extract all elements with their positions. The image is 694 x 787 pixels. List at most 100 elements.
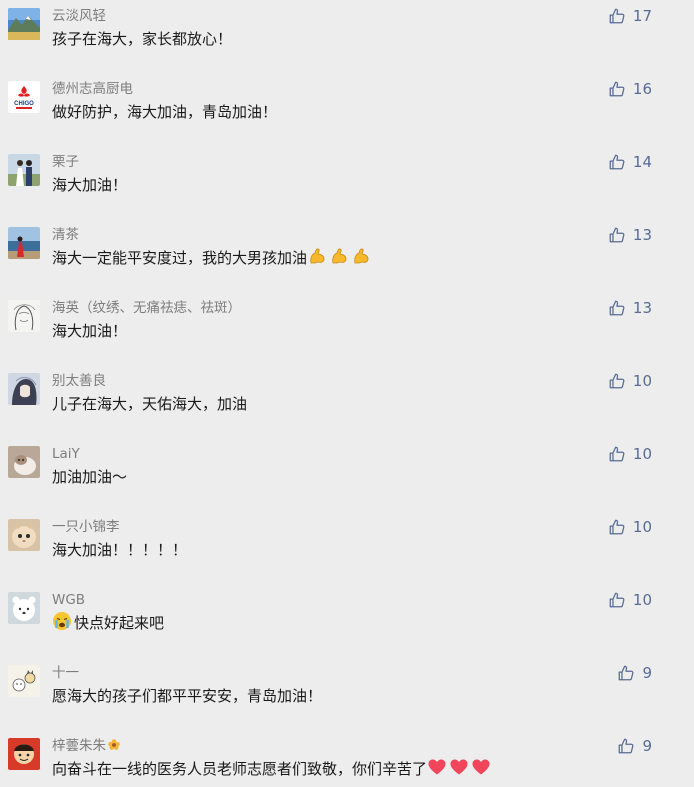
avatar[interactable] [8,519,40,551]
like-count: 10 [632,518,652,536]
comment-item: 别太善良 儿子在海大，天佑海大，加油 10 [0,365,694,438]
flexed-biceps-icon [351,246,371,266]
comment-nickname[interactable]: 云淡风轻 [52,6,106,26]
comment-nickname[interactable]: 十一 [52,663,79,683]
avatar[interactable] [8,446,40,478]
thumbs-up-icon [609,154,625,170]
red-heart-icon [427,757,447,777]
comment-text: 海大加油！ [52,322,128,340]
comment-nickname[interactable]: LaiY [52,444,80,464]
comment-text: 做好防护，海大加油，青岛加油！ [52,103,278,121]
avatar[interactable] [8,738,40,770]
like-button[interactable]: 10 [608,515,652,539]
avatar[interactable] [8,592,40,624]
comment-text: 孩子在海大，家长都放心！ [52,30,233,48]
thumbs-up-icon [619,665,634,681]
chigo-logo-avatar: CHIGO [8,81,40,113]
like-button[interactable]: 9 [617,661,652,685]
comment-text: 儿子在海大，天佑海大，加油 [52,395,248,413]
comment-item: 清茶 海大一定能平安度过，我的大男孩加油 13 [0,219,694,292]
like-count: 10 [632,445,652,463]
seaside-person-avatar [8,227,40,259]
avatar[interactable] [8,665,40,697]
avatar[interactable]: CHIGO [8,81,40,113]
comment-item: LaiY 加油加油～ 10 [0,438,694,511]
like-count: 14 [632,153,652,171]
thumbs-up-icon [609,373,625,389]
like-count: 13 [632,226,652,244]
comment-text: 加油加油～ [52,468,128,486]
like-count: 9 [642,737,652,755]
avatar[interactable] [8,8,40,40]
flexed-biceps-icon [307,246,327,266]
comment-item: 栗子 海大加油！ 14 [0,146,694,219]
thumbs-up-icon [609,519,625,535]
cartoon-cats-avatar [8,665,40,697]
comment-nickname[interactable]: 德州志高厨电 [52,79,133,99]
couple-photo-avatar [8,154,40,186]
comment-text-body: 海大一定能平安度过，我的大男孩加油 [52,249,308,267]
like-button[interactable]: 17 [608,4,652,28]
thumbs-up-icon [609,8,625,24]
comment-text: 快点好起来吧 [52,611,164,635]
like-button[interactable]: 13 [608,296,652,320]
like-button[interactable]: 10 [608,588,652,612]
chigo-logo-text: CHIGO [14,101,34,107]
thumbs-up-icon [619,738,634,754]
comment-item: 一只小锦李 海大加油！！！！！ 10 [0,511,694,584]
thumbs-up-icon [609,300,625,316]
comment-nickname[interactable]: 清茶 [52,225,79,245]
comment-nickname[interactable]: 别太善良 [52,371,106,391]
like-button[interactable]: 14 [608,150,652,174]
nickname-text: 梓蕓朱朱 [52,738,106,754]
comment-nickname[interactable]: 栗子 [52,152,79,172]
cartoon-kid-avatar [8,738,40,770]
like-count: 13 [632,299,652,317]
like-count: 9 [642,664,652,682]
avatar[interactable] [8,154,40,186]
thumbs-up-icon [609,227,625,243]
comment-item: WGB 快点好起来吧 10 [0,584,694,657]
like-button[interactable]: 13 [608,223,652,247]
like-count: 16 [632,80,652,98]
red-heart-icon [471,757,491,777]
comment-text-body: 快点好起来吧 [74,614,165,632]
fluffy-cat-avatar [8,519,40,551]
thumbs-up-icon [609,592,625,608]
avatar[interactable] [8,373,40,405]
like-button[interactable]: 10 [608,369,652,393]
anime-girl-avatar [8,373,40,405]
comment-list: 云淡风轻 孩子在海大，家长都放心！ 17 CHIGO 德州志高厨电 做好防护，海… [0,0,694,787]
like-count: 17 [632,7,652,25]
avatar[interactable] [8,300,40,332]
flower-icon [107,738,121,758]
avatar[interactable] [8,227,40,259]
comment-nickname[interactable]: 海英（纹绣、无痛祛痣、祛斑） [52,298,241,318]
comment-item: 海英（纹绣、无痛祛痣、祛斑） 海大加油！ 13 [0,292,694,365]
comment-text: 海大加油！ [52,176,128,194]
comment-item: 十一 愿海大的孩子们都平平安安，青岛加油！ 9 [0,657,694,730]
comment-text: 愿海大的孩子们都平平安安，青岛加油！ [52,687,323,705]
like-button[interactable]: 9 [617,734,652,758]
mountain-landscape-avatar [8,8,40,40]
thumbs-up-icon [609,81,625,97]
red-heart-icon [449,757,469,777]
comment-nickname[interactable]: 梓蕓朱朱 [52,736,121,758]
comment-text: 海大一定能平安度过，我的大男孩加油 [52,246,373,270]
loudly-crying-face-icon [52,611,72,631]
comment-nickname[interactable]: 一只小锦李 [52,517,120,537]
like-count: 10 [632,591,652,609]
flexed-biceps-icon [329,246,349,266]
cat-photo-avatar [8,446,40,478]
like-count: 10 [632,372,652,390]
sketch-portrait-avatar [8,300,40,332]
comment-nickname[interactable]: WGB [52,590,85,610]
thumbs-up-icon [609,446,625,462]
comment-item: CHIGO 德州志高厨电 做好防护，海大加油，青岛加油！ 16 [0,73,694,146]
comment-item: 云淡风轻 孩子在海大，家长都放心！ 17 [0,0,694,73]
like-button[interactable]: 16 [608,77,652,101]
like-button[interactable]: 10 [608,442,652,466]
comment-text-body: 向奋斗在一线的医务人员老师志愿者们致敬，你们辛苦了 [52,760,428,778]
comment-item: 梓蕓朱朱 向奋斗在一线的医务人员老师志愿者们致敬，你们辛苦了 9 [0,730,694,787]
white-bear-avatar [8,592,40,624]
